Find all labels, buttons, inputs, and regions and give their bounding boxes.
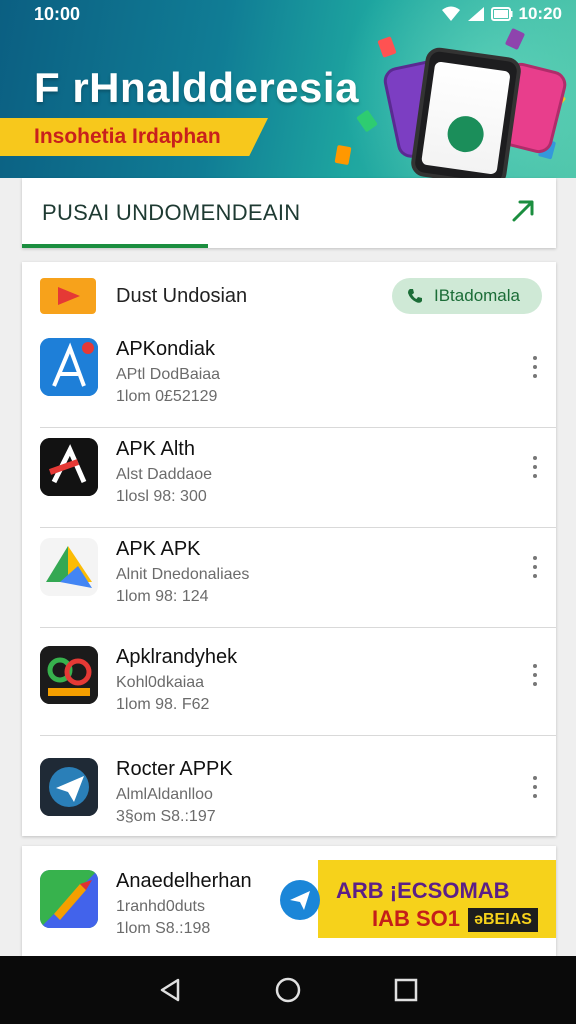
app-icon-apklrandyhek — [40, 646, 98, 704]
app-icon-rocter-appk — [40, 758, 98, 816]
more-vert-icon[interactable] — [528, 660, 542, 690]
app-icon-apkondiak — [40, 338, 98, 396]
signal-icon — [467, 7, 484, 21]
app-list-item[interactable]: Rocter APPK AlmlAldanlloo 3§om S8.:197 — [22, 748, 556, 848]
ad-tag: əBEIAS — [468, 908, 538, 932]
app-developer: Kohl0dkaiaa — [116, 674, 205, 691]
recents-icon[interactable] — [392, 976, 420, 1004]
app-name: Rocter APPK — [116, 758, 233, 780]
status-bar: 10:00 10:20 — [0, 0, 576, 30]
app-developer: 1ranhd0duts — [116, 898, 205, 915]
app-meta: 1losl 98: 300 — [116, 488, 207, 505]
app-name: Anaedelherhan — [116, 870, 252, 892]
phone-icon — [408, 289, 422, 303]
tab-bar: PUSAI UNDOMENDEAIN — [22, 178, 556, 248]
app-name: APK Alth — [116, 438, 195, 460]
section-title: Dust Undosian — [116, 285, 248, 307]
app-developer: Alst Daddaoe — [116, 466, 213, 483]
ad-banner[interactable]: ARB ¡ECSOMAB IAB SO1 əBEIAS — [268, 858, 556, 948]
play-icon — [40, 278, 96, 314]
home-icon[interactable] — [274, 976, 302, 1004]
app-meta: 1lom 98. F62 — [116, 696, 210, 713]
app-meta: 1lom 98: 124 — [116, 588, 209, 605]
app-logo-icon — [445, 113, 486, 155]
section-action-label: IBtadomala — [434, 286, 520, 305]
ad-headline: ARB ¡ECSOMAB — [336, 878, 510, 903]
back-icon[interactable] — [156, 976, 184, 1004]
more-vert-icon[interactable] — [528, 452, 542, 482]
section-action-button[interactable]: IBtadomala — [392, 278, 542, 314]
app-name: Apklrandyhek — [116, 646, 238, 668]
send-arrow-icon[interactable] — [510, 198, 536, 224]
app-name: APKondiak — [116, 338, 215, 360]
app-list-item[interactable]: APK APK Alnit Dnedonaliaes 1lom 98: 124 — [22, 528, 556, 628]
app-developer: AlmlAldanlloo — [116, 786, 213, 803]
promo-banner[interactable]: 10:00 10:20 F rHnaldderesia Insohetia Ir… — [0, 0, 576, 178]
tab-indicator — [22, 244, 208, 248]
ad-subheadline: IAB SO1 — [372, 906, 461, 931]
status-indicators: 10:20 — [441, 4, 562, 24]
app-list-item[interactable]: Apklrandyhek Kohl0dkaiaa 1lom 98. F62 — [22, 636, 556, 736]
app-icon-apk-alth — [40, 438, 98, 496]
app-meta: 1lom 0£52129 — [116, 388, 218, 405]
more-vert-icon[interactable] — [528, 352, 542, 382]
app-list-card: Dust Undosian IBtadomala APKondiak APtl … — [22, 262, 556, 836]
app-icon-anaedelherhan — [40, 870, 98, 928]
banner-ribbon: Insohetia Irdaphan — [0, 118, 268, 156]
app-meta: 3§om S8.:197 — [116, 808, 216, 825]
row-divider — [40, 735, 556, 736]
phone-illustration — [409, 45, 523, 178]
app-name: APK APK — [116, 538, 201, 560]
navigation-bar — [0, 956, 576, 1024]
banner-subtitle: Insohetia Irdaphan — [34, 125, 221, 148]
status-time: 10:00 — [34, 4, 81, 24]
app-icon-apk-apk — [40, 538, 98, 596]
send-icon — [280, 880, 320, 920]
more-vert-icon[interactable] — [528, 552, 542, 582]
app-list-item[interactable]: APK Alth Alst Daddaoe 1losl 98: 300 — [22, 428, 556, 528]
banner-title: F rHnaldderesia — [34, 64, 359, 111]
app-developer: Alnit Dnedonaliaes — [116, 566, 250, 583]
status-time-right: 10:20 — [518, 4, 562, 23]
wifi-icon — [441, 6, 460, 21]
app-meta: 1lom S8.:198 — [116, 920, 211, 937]
app-list-card: Anaedelherhan 1ranhd0duts 1lom S8.:198 A… — [22, 846, 556, 956]
tab-active[interactable]: PUSAI UNDOMENDEAIN — [42, 200, 300, 226]
more-vert-icon[interactable] — [528, 772, 542, 802]
battery-icon — [490, 7, 513, 21]
app-developer: APtl DodBaiaa — [116, 366, 221, 383]
section-header: Dust Undosian IBtadomala — [22, 262, 556, 326]
app-list-item[interactable]: APKondiak APtl DodBaiaa 1lom 0£52129 — [22, 328, 556, 428]
row-divider — [40, 627, 556, 628]
